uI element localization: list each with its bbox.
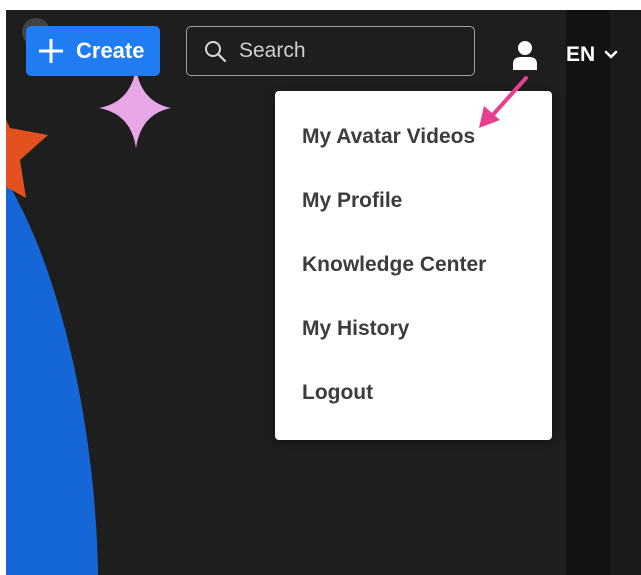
app-frame: Create EN My Avatar Videos My Profile Kn… (6, 10, 641, 575)
right-strip (610, 10, 641, 575)
decorative-illustration (6, 18, 171, 575)
create-button[interactable]: Create (26, 26, 160, 76)
blue-arc-shape (6, 180, 98, 575)
orange-star-shape (6, 119, 48, 198)
chevron-down-icon (604, 50, 618, 59)
menu-item-logout[interactable]: Logout (302, 373, 373, 413)
menu-item-my-profile[interactable]: My Profile (302, 181, 402, 221)
menu-item-my-history[interactable]: My History (302, 309, 409, 349)
plus-icon (39, 39, 63, 63)
menu-item-my-avatar-videos[interactable]: My Avatar Videos (302, 117, 475, 157)
language-label: EN (566, 43, 596, 66)
menu-item-knowledge-center[interactable]: Knowledge Center (302, 245, 486, 285)
search-box[interactable] (186, 26, 475, 76)
create-button-label: Create (76, 38, 145, 63)
search-input[interactable] (237, 38, 461, 64)
pink-sparkle-shape (99, 68, 171, 148)
user-dropdown-menu: My Avatar Videos My Profile Knowledge Ce… (275, 91, 552, 440)
user-icon[interactable] (511, 40, 539, 70)
annotation-arrow-icon (479, 76, 528, 128)
language-selector[interactable]: EN (566, 40, 618, 70)
search-icon (205, 41, 227, 63)
